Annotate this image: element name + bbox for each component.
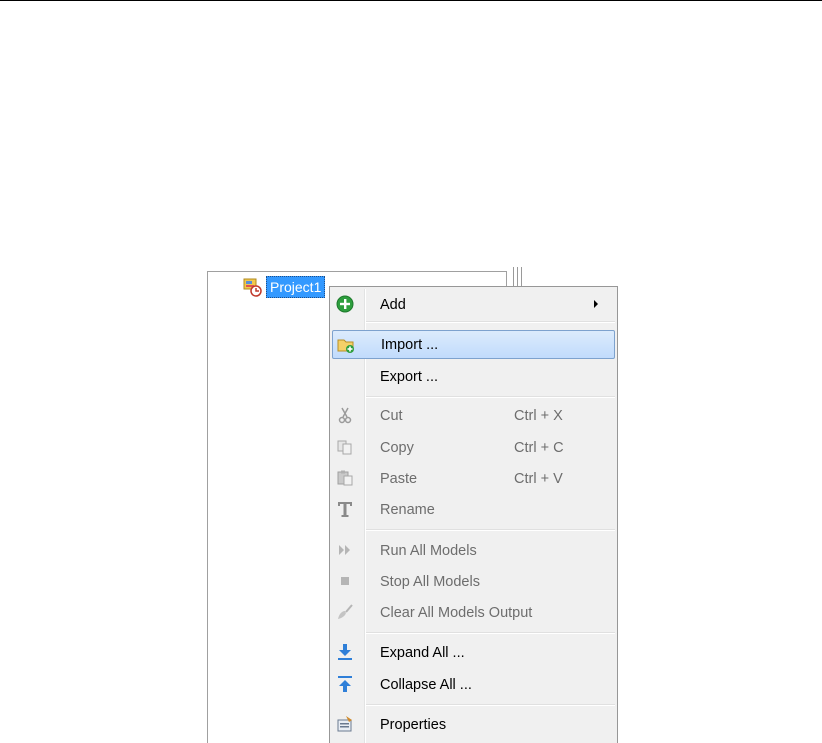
submenu-arrow-icon <box>594 300 598 308</box>
menu-item-copy[interactable]: Copy Ctrl + C <box>332 433 615 462</box>
menu-item-import[interactable]: Import ... <box>332 330 615 359</box>
menu-item-properties[interactable]: Properties <box>332 710 615 739</box>
project-icon <box>243 278 262 297</box>
menu-item-cut[interactable]: Cut Ctrl + X <box>332 401 615 430</box>
panel-splitter[interactable] <box>513 267 524 287</box>
tree-node-label[interactable]: Project1 <box>266 276 326 298</box>
clear-brush-icon <box>338 604 353 619</box>
paste-icon <box>337 470 353 486</box>
expand-all-icon <box>338 644 352 660</box>
copy-icon <box>337 440 352 455</box>
run-icon <box>339 545 350 555</box>
menu-item-clear-all-models-output[interactable]: Clear All Models Output <box>332 598 615 627</box>
stop-icon <box>341 577 349 585</box>
top-border <box>0 0 822 1</box>
menu-item-collapse-all[interactable]: Collapse All ... <box>332 670 615 699</box>
menu-item-stop-all-models[interactable]: Stop All Models <box>332 567 615 596</box>
rename-icon <box>338 502 352 517</box>
tree-node-project[interactable]: Project1 <box>243 276 326 298</box>
menu-item-paste[interactable]: Paste Ctrl + V <box>332 464 615 493</box>
properties-icon <box>337 716 352 732</box>
menu-item-run-all-models[interactable]: Run All Models <box>332 536 615 565</box>
import-folder-icon <box>337 339 354 353</box>
context-menu: Add Import ... Export ... Cut Ctrl + X C… <box>329 286 618 743</box>
menu-item-rename[interactable]: Rename <box>332 495 615 524</box>
menu-item-export[interactable]: Export ... <box>332 362 615 391</box>
menu-item-add[interactable]: Add <box>332 290 615 319</box>
add-icon <box>336 295 354 313</box>
scissors-icon <box>338 407 352 424</box>
menu-item-expand-all[interactable]: Expand All ... <box>332 638 615 667</box>
collapse-all-icon <box>338 676 352 692</box>
